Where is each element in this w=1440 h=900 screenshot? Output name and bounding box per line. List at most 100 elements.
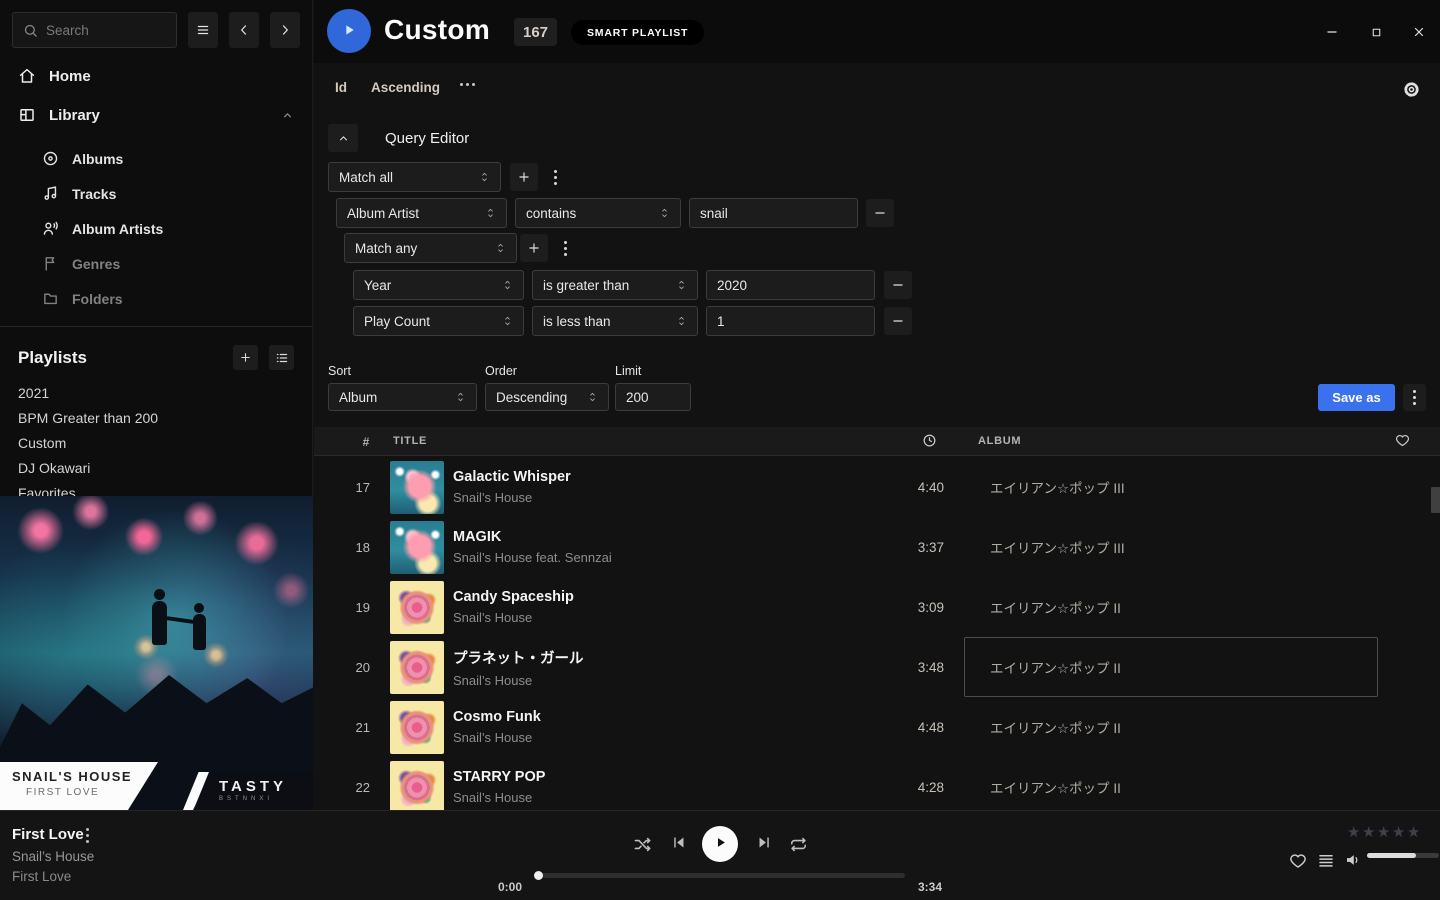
add-rule-button[interactable] [510,163,538,191]
track-album[interactable]: エイリアン☆ポップ II [978,717,1392,737]
playlist-item[interactable]: BPM Greater than 200 [0,405,312,430]
track-title[interactable]: Galactic Whisper [453,469,876,485]
save-as-button[interactable]: Save as [1318,384,1395,411]
sidebar-item-albums[interactable]: Albums [0,141,312,176]
now-playing-menu-icon[interactable] [80,827,94,843]
previous-track-button[interactable] [667,833,689,855]
play-pause-button[interactable] [702,826,738,862]
search-input-wrapper[interactable] [12,12,177,48]
back-button[interactable] [229,12,259,48]
rating-stars[interactable]: ★★★★★ [1347,823,1422,841]
star-icon[interactable]: ★ [1362,824,1377,841]
track-artist[interactable]: Snail’s House [453,610,876,625]
rule-value-input[interactable] [689,198,858,228]
track-artist[interactable]: Snail’s House [453,673,876,688]
now-playing-cover-art[interactable]: SNAIL'S HOUSE FIRST LOVE TASTY BSTNNXI [0,496,313,810]
save-menu-icon[interactable] [1403,384,1426,411]
track-title[interactable]: プラネット・ガール [453,647,876,668]
rule-field-select[interactable]: Year [353,270,524,300]
sidebar-item-album-artists[interactable]: Album Artists [0,211,312,246]
query-editor-collapse-button[interactable] [328,124,358,152]
rule-operator-select[interactable]: is greater than [532,270,698,300]
sidebar-item-library[interactable]: Library [0,103,312,127]
next-track-button[interactable] [753,833,775,855]
rule-value-input[interactable] [706,270,875,300]
volume-button[interactable] [1343,851,1363,871]
forward-button[interactable] [270,12,300,48]
add-playlist-button[interactable] [233,345,258,370]
match-type-select[interactable]: Match any [344,233,517,263]
column-header-album[interactable]: ALBUM [978,435,1021,447]
now-playing-album[interactable]: First Love [12,869,71,884]
window-close-button[interactable] [1409,22,1429,42]
star-icon[interactable]: ★ [1347,824,1362,841]
playlist-item[interactable]: 2021 [0,380,312,405]
search-input[interactable] [46,23,161,38]
sort-field-button[interactable]: Id [335,80,347,95]
track-artist[interactable]: Snail’s House feat. Sennzai [453,550,876,565]
favorite-button[interactable] [1289,851,1309,871]
group-menu-icon[interactable] [547,163,563,191]
sidebar-item-folders[interactable]: Folders [0,281,312,316]
match-type-select[interactable]: Match all [328,162,501,192]
track-artist[interactable]: Snail’s House [453,490,876,505]
remove-rule-button[interactable] [884,271,912,299]
seek-bar[interactable] [535,873,905,878]
queue-button[interactable] [1317,851,1337,871]
table-row[interactable]: 19 Candy Spaceship Snail’s House 3:09 エイ… [314,577,1440,637]
track-album[interactable]: エイリアン☆ポップ II [978,657,1392,677]
menu-button[interactable] [188,12,218,48]
table-row[interactable]: 17 Galactic Whisper Snail’s House 4:40 エ… [314,457,1440,517]
playlist-item[interactable]: DJ Okawari [0,455,312,480]
remove-rule-button[interactable] [884,307,912,335]
track-title[interactable]: STARRY POP [453,769,876,785]
track-title[interactable]: Cosmo Funk [453,709,876,725]
playlist-item[interactable]: Custom [0,430,312,455]
window-maximize-button[interactable] [1366,22,1386,42]
volume-slider[interactable] [1367,853,1439,858]
table-row[interactable]: 18 MAGIK Snail’s House feat. Sennzai 3:3… [314,517,1440,577]
table-row[interactable]: 21 Cosmo Funk Snail’s House 4:48 エイリアン☆ポ… [314,697,1440,757]
sidebar-item-genres[interactable]: Genres [0,246,312,281]
sort-select[interactable]: Album [328,383,477,411]
more-options-icon[interactable] [460,83,475,86]
add-rule-button[interactable] [520,234,548,262]
playlist-list-button[interactable] [269,345,294,370]
seek-thumb[interactable] [534,871,543,880]
track-album[interactable]: エイリアン☆ポップ III [978,537,1392,557]
remove-rule-button[interactable] [866,199,894,227]
now-playing-artist[interactable]: Snail’s House [12,849,94,864]
track-title[interactable]: MAGIK [453,529,876,545]
rule-field-select[interactable]: Play Count [353,306,524,336]
group-menu-icon[interactable] [557,234,573,262]
heart-column-icon[interactable] [1395,433,1410,448]
now-playing-title[interactable]: First Love [12,826,84,843]
track-title[interactable]: Candy Spaceship [453,589,876,605]
column-header-title[interactable]: TITLE [393,435,427,447]
settings-gear-button[interactable] [1402,79,1422,99]
sort-direction-button[interactable]: Ascending [371,80,440,95]
rule-operator-select[interactable]: is less than [532,306,698,336]
star-icon[interactable]: ★ [1407,824,1422,841]
rule-operator-select[interactable]: contains [515,198,681,228]
star-icon[interactable]: ★ [1377,824,1392,841]
track-album[interactable]: エイリアン☆ポップ II [978,777,1392,797]
track-album[interactable]: エイリアン☆ポップ III [978,477,1392,497]
play-playlist-button[interactable] [327,9,371,53]
sidebar-item-home[interactable]: Home [0,64,312,88]
table-row[interactable]: 20 プラネット・ガール Snail’s House 3:48 エイリアン☆ポッ… [314,637,1440,697]
rule-field-select[interactable]: Album Artist [336,198,507,228]
track-artist[interactable]: Snail’s House [453,730,876,745]
limit-input[interactable] [615,383,691,411]
rule-value-input[interactable] [706,306,875,336]
sidebar-item-tracks[interactable]: Tracks [0,176,312,211]
window-minimize-button[interactable] [1322,22,1342,42]
track-artist[interactable]: Snail’s House [453,790,876,805]
scrollbar-thumb[interactable] [1431,487,1440,513]
column-header-number[interactable]: # [314,435,370,449]
order-select[interactable]: Descending [485,383,609,411]
table-row[interactable]: 22 STARRY POP Snail’s House 4:28 エイリアン☆ポ… [314,757,1440,810]
duration-clock-icon[interactable] [922,433,937,448]
track-album[interactable]: エイリアン☆ポップ II [978,597,1392,617]
chevron-up-icon[interactable] [281,109,294,122]
